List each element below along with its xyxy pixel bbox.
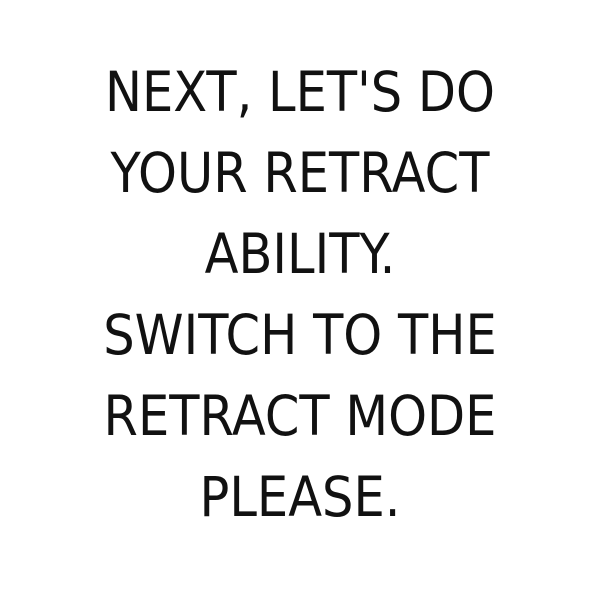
instruction-line-3: ABILITY.	[204, 222, 396, 286]
instruction-line-1: NEXT, LET'S DO	[104, 60, 495, 124]
instruction-line-4: SWITCH TO THE	[103, 303, 497, 367]
instruction-text: NEXT, LET'S DO YOUR RETRACT ABILITY. SWI…	[0, 52, 600, 538]
instruction-line-2: YOUR RETRACT	[110, 141, 490, 205]
instruction-card: NEXT, LET'S DO YOUR RETRACT ABILITY. SWI…	[0, 0, 600, 600]
instruction-line-6: PLEASE.	[199, 465, 401, 529]
instruction-line-5: RETRACT MODE	[103, 384, 497, 448]
